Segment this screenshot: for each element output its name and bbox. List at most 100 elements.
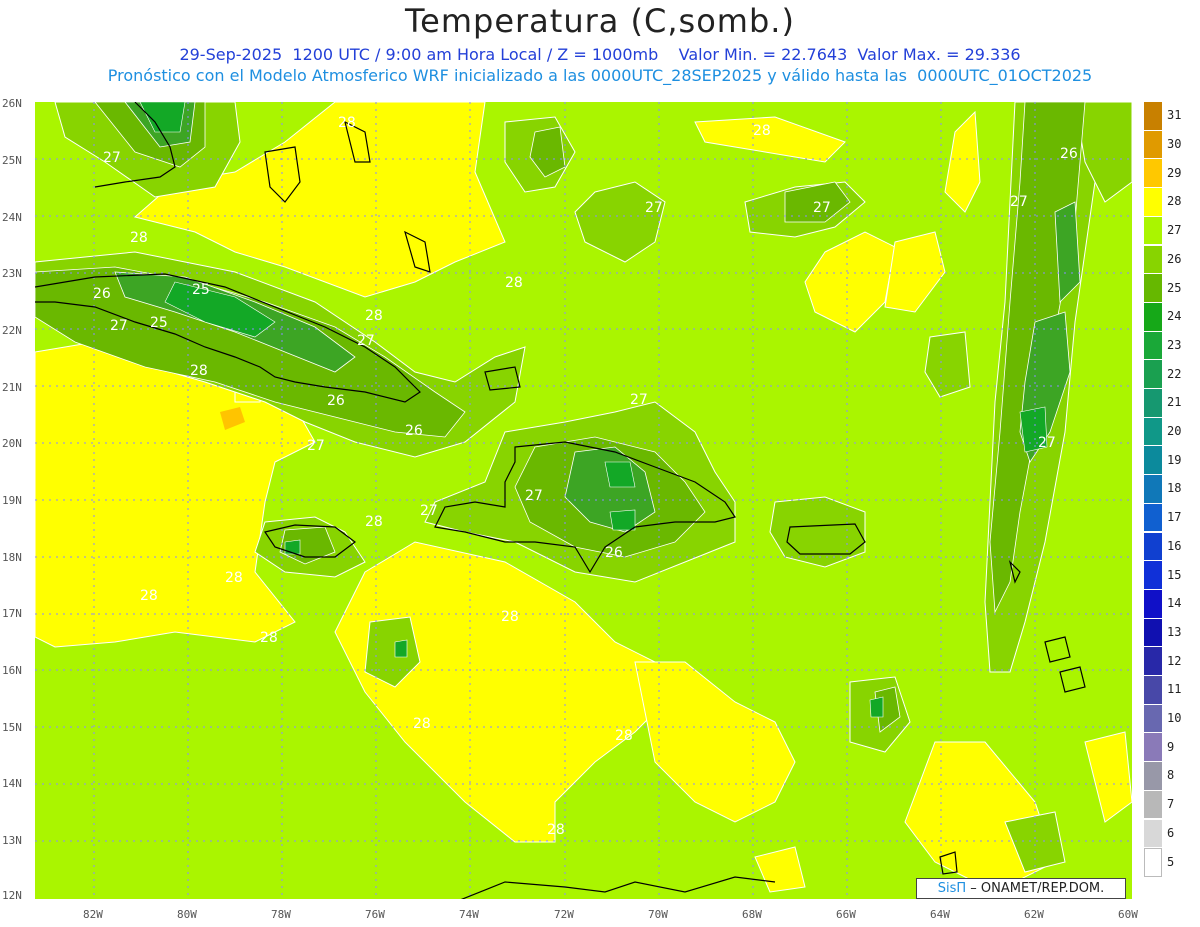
lat-label: 13N xyxy=(2,834,22,847)
contour-label: 26 xyxy=(93,286,111,302)
color-scale-label: 21 xyxy=(1167,395,1182,410)
contour-label: 28 xyxy=(753,123,771,139)
color-scale-label: 23 xyxy=(1167,337,1182,352)
contour-label: 28 xyxy=(365,514,383,530)
color-scale-cell xyxy=(1144,102,1162,131)
lat-label: 25N xyxy=(2,154,22,167)
lat-label: 17N xyxy=(2,607,22,620)
color-scale-cell xyxy=(1144,647,1162,676)
lon-label: 78W xyxy=(271,908,291,921)
color-scale-cell xyxy=(1144,360,1162,389)
lon-label: 70W xyxy=(648,908,668,921)
color-scale-label: 14 xyxy=(1167,596,1182,611)
lon-label: 64W xyxy=(930,908,950,921)
contour-label: 28 xyxy=(338,115,356,131)
color-scale-label: 5 xyxy=(1167,854,1175,869)
color-scale-label: 22 xyxy=(1167,366,1182,381)
lon-label: 76W xyxy=(365,908,385,921)
color-scale-label: 7 xyxy=(1167,797,1175,812)
lat-label: 21N xyxy=(2,381,22,394)
color-scale-cell xyxy=(1144,704,1162,734)
contour-label: 28 xyxy=(615,728,633,744)
color-scale-label: 13 xyxy=(1167,624,1182,639)
color-scale-label: 15 xyxy=(1167,567,1182,582)
credit-box: SisΠ – ONAMET/REP.DOM. xyxy=(916,878,1126,899)
contour-label: 28 xyxy=(505,275,523,291)
contour-label: 27 xyxy=(357,333,375,349)
lon-label: 74W xyxy=(459,908,479,921)
color-scale-label: 6 xyxy=(1167,825,1175,840)
color-scale-label: 9 xyxy=(1167,739,1175,754)
chart-title: Temperatura (C,somb.) xyxy=(405,2,795,40)
color-scale-cell xyxy=(1144,245,1162,275)
color-scale-label: 31 xyxy=(1167,108,1182,123)
contour-label: 26 xyxy=(605,545,623,561)
lon-label: 68W xyxy=(742,908,762,921)
lat-label: 12N xyxy=(2,889,22,902)
color-scale-cell xyxy=(1144,589,1162,619)
color-scale-cell xyxy=(1144,302,1162,332)
color-scale-label: 20 xyxy=(1167,424,1182,439)
contour-label: 27 xyxy=(103,150,121,166)
color-scale-label: 10 xyxy=(1167,711,1182,726)
color-scale-cell xyxy=(1144,475,1162,504)
lat-label: 14N xyxy=(2,777,22,790)
color-scale-cell xyxy=(1144,733,1162,763)
color-scale-label: 8 xyxy=(1167,768,1175,783)
color-scale-cell xyxy=(1144,216,1162,246)
color-scale-label: 16 xyxy=(1167,538,1182,553)
contour-label: 26 xyxy=(405,423,423,439)
contour-label: 27 xyxy=(1038,435,1056,451)
brand-text: SisΠ xyxy=(937,881,967,896)
contour-label: 28 xyxy=(140,588,158,604)
color-scale-cell xyxy=(1144,819,1162,849)
contour-label: 28 xyxy=(130,230,148,246)
color-scale-label: 29 xyxy=(1167,165,1182,180)
color-scale-cell xyxy=(1144,159,1162,189)
color-scale-label: 27 xyxy=(1167,223,1182,238)
contour-label: 27 xyxy=(645,200,663,216)
temperature-map: 28 27 28 28 27 28 27 26 25 27 25 28 27 2… xyxy=(35,102,1132,899)
lon-label: 72W xyxy=(554,908,574,921)
color-scale-cell xyxy=(1144,130,1162,160)
contour-label: 28 xyxy=(190,363,208,379)
lat-label: 23N xyxy=(2,267,22,280)
color-scale-label: 30 xyxy=(1167,137,1182,152)
lat-label: 15N xyxy=(2,721,22,734)
color-scale-cell xyxy=(1144,503,1162,533)
color-scale-cell xyxy=(1144,676,1162,705)
lat-label: 19N xyxy=(2,494,22,507)
contour-label: 27 xyxy=(525,488,543,504)
lon-label: 66W xyxy=(836,908,856,921)
color-scale-cell xyxy=(1144,762,1162,791)
contour-label: 28 xyxy=(260,630,278,646)
contour-label: 26 xyxy=(1060,146,1078,162)
color-scale-cell xyxy=(1144,561,1162,590)
color-scale-cell xyxy=(1144,331,1162,361)
color-scale xyxy=(1144,102,1162,877)
color-scale-cell xyxy=(1144,274,1162,303)
contour-label: 28 xyxy=(547,822,565,838)
color-scale-label: 19 xyxy=(1167,452,1182,467)
color-scale-cell xyxy=(1144,417,1162,447)
color-scale-cell xyxy=(1144,446,1162,476)
lon-label: 62W xyxy=(1024,908,1044,921)
color-scale-cell xyxy=(1144,848,1162,877)
color-scale-label: 11 xyxy=(1167,682,1182,697)
color-scale-cell xyxy=(1144,790,1162,820)
credit-text: – ONAMET/REP.DOM. xyxy=(970,881,1105,896)
contour-label: 27 xyxy=(1010,194,1028,210)
lon-label: 82W xyxy=(83,908,103,921)
color-scale-label: 25 xyxy=(1167,280,1182,295)
lat-label: 16N xyxy=(2,664,22,677)
lon-label: 80W xyxy=(177,908,197,921)
contour-label: 27 xyxy=(420,503,438,519)
contour-label: 26 xyxy=(327,393,345,409)
contour-label: 28 xyxy=(225,570,243,586)
lat-label: 20N xyxy=(2,437,22,450)
lat-label: 26N xyxy=(2,97,22,110)
contour-label: 25 xyxy=(150,315,168,331)
contour-label: 27 xyxy=(813,200,831,216)
color-scale-label: 28 xyxy=(1167,194,1182,209)
color-scale-label: 17 xyxy=(1167,510,1182,525)
